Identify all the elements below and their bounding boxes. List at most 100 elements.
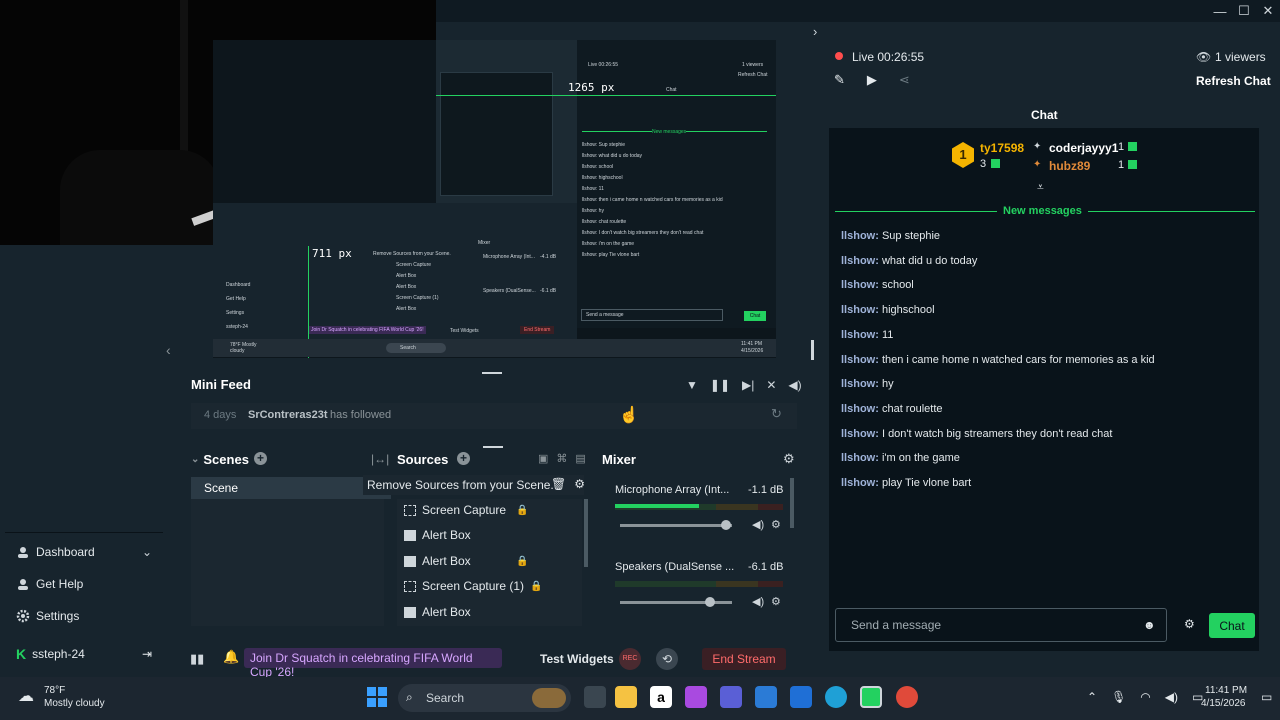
windows-start-icon[interactable] [367,687,387,707]
gear-icon[interactable]: ⚙ [771,518,781,531]
chat-username[interactable]: llshow: [841,378,879,390]
chevron-down-icon[interactable]: ⌄ [191,454,199,465]
lock-icon[interactable]: 🔒 [516,505,528,516]
gear-icon[interactable]: ⚙ [771,595,781,608]
chat-username[interactable]: llshow: [841,428,879,440]
minimize-button[interactable]: — [1208,0,1232,22]
filter-icon[interactable]: ▼ [686,378,698,392]
chat-username[interactable]: llshow: [841,452,879,464]
popout-icon[interactable]: ▶ [867,72,877,88]
volume-slider-knob[interactable] [704,597,715,607]
lock-icon[interactable]: 🔒 [530,581,542,592]
logout-icon[interactable]: ⇥ [142,647,152,661]
wifi-icon[interactable]: ◠ [1140,690,1150,704]
premiere-icon[interactable] [685,686,707,708]
share-icon[interactable]: ⋖ [899,72,910,88]
eye-icon: 👁 [1196,50,1212,64]
chevron-up-icon[interactable]: ⌃ [1087,690,1097,704]
chat-message: llshow: highschool [841,304,935,316]
expand-right-icon[interactable]: › [813,24,817,39]
add-source-icon[interactable]: + [457,452,470,465]
sources-scrollbar[interactable] [584,499,588,567]
chat-username[interactable]: llshow: [841,279,879,291]
collapse-leaderboard-icon[interactable]: ⩡ [1037,180,1044,195]
mixer-scrollbar[interactable] [790,478,794,528]
mute-icon[interactable]: ◀) [752,595,764,608]
transition-icon[interactable]: |↔| [371,452,389,466]
maximize-button[interactable]: ☐ [1232,0,1256,22]
lock-icon[interactable]: 🔒 [516,556,528,567]
amazon-icon[interactable]: a [650,686,672,708]
speaker-icon[interactable]: ◀) [1165,690,1178,704]
sidebar-item-settings[interactable]: Settings [16,609,79,623]
chat-username[interactable]: llshow: [841,255,879,267]
chat-username[interactable]: llshow: [841,329,879,341]
mini-nav-item: Dashboard [226,282,251,288]
folder-icon[interactable]: ▤ [575,452,585,465]
chat-username[interactable]: llshow: [841,403,879,415]
source-item[interactable]: Alert Box [404,605,471,619]
source-item[interactable]: Alert Box 🔒 [404,554,528,568]
pause-icon[interactable]: ❚❚ [710,378,730,392]
trash-icon[interactable]: 🗑 [551,477,566,491]
chat-username[interactable]: llshow: [841,304,879,316]
store-icon[interactable] [755,686,777,708]
add-scene-icon[interactable]: + [254,452,267,465]
resize-handle[interactable] [482,372,502,374]
mixer-settings-icon[interactable]: ⚙ [783,451,795,467]
gear-icon[interactable]: ⚙ [574,477,585,491]
teams-icon[interactable] [720,686,742,708]
chat-send-button[interactable]: Chat [1209,613,1255,638]
clock-time[interactable]: 11:41 PM [1205,685,1247,696]
replay-buffer-button[interactable]: ⟲ [656,648,678,670]
collapse-left-icon[interactable]: ‹ [166,342,171,358]
refresh-chat-button[interactable]: Refresh Chat [1196,74,1271,88]
sidebar-item-label: Get Help [36,577,84,591]
volume-slider[interactable] [620,524,732,527]
record-button[interactable]: REC [619,648,641,670]
chat-settings-icon[interactable]: ⚙ [1184,617,1195,631]
stats-icon[interactable]: ▮▮ [190,651,204,667]
chrome-icon[interactable] [896,686,918,708]
sidebar-divider [5,532,163,533]
chat-username[interactable]: llshow: [841,354,879,366]
skip-icon[interactable]: ▶| [742,378,754,392]
chat-input[interactable]: Send a message [835,608,1167,642]
source-item[interactable]: Screen Capture (1) 🔒 [404,579,543,593]
sidebar-item-get-help[interactable]: Get Help [16,577,83,591]
volume-slider[interactable] [620,601,732,604]
group-icon[interactable]: ▣ [538,452,548,465]
repeat-alert-icon[interactable]: ↻ [771,406,782,422]
task-view-icon[interactable] [584,686,606,708]
chat-username[interactable]: llshow: [841,230,879,242]
microphone-icon[interactable]: 🎙 [1111,690,1126,704]
notification-bell-icon[interactable]: 🔔 [223,649,239,665]
mute-alerts-icon[interactable]: ✕ [766,378,776,392]
resize-handle[interactable] [483,446,503,448]
streamlabs-icon[interactable] [860,686,882,708]
test-widgets-button[interactable]: Test Widgets [540,652,614,666]
sidebar-item-dashboard[interactable]: Dashboard ⌄ [16,545,152,559]
mini-msg: llshow: highschool [582,175,623,181]
pencil-icon[interactable]: ✎ [834,72,845,88]
edge-icon[interactable] [825,686,847,708]
file-explorer-icon[interactable] [615,686,637,708]
volume-icon[interactable]: ◀) [788,378,801,392]
scene-item[interactable]: Scene [191,477,391,499]
source-item[interactable]: Screen Capture 🔒 [404,503,528,517]
mute-icon[interactable]: ◀) [752,518,764,531]
emoji-icon[interactable]: ☻ [1143,618,1156,632]
notification-icon[interactable]: ▭ [1261,690,1272,704]
outlook-icon[interactable] [790,686,812,708]
source-item[interactable]: Alert Box [404,528,471,542]
link-icon[interactable]: ⌘ [556,452,567,465]
close-button[interactable]: ✕ [1256,0,1280,22]
clock-date[interactable]: 4/15/2026 [1201,698,1246,709]
chat-username[interactable]: llshow: [841,477,879,489]
volume-slider-knob[interactable] [721,520,732,530]
end-stream-button[interactable]: End Stream [702,648,786,670]
widget-icon [404,555,416,567]
preview-scrollbar[interactable] [811,340,814,360]
promo-banner[interactable]: Join Dr Squatch in celebrating FIFA Worl… [244,648,502,679]
sidebar-item-user[interactable]: K ssteph-24 ⇥ [16,646,152,662]
